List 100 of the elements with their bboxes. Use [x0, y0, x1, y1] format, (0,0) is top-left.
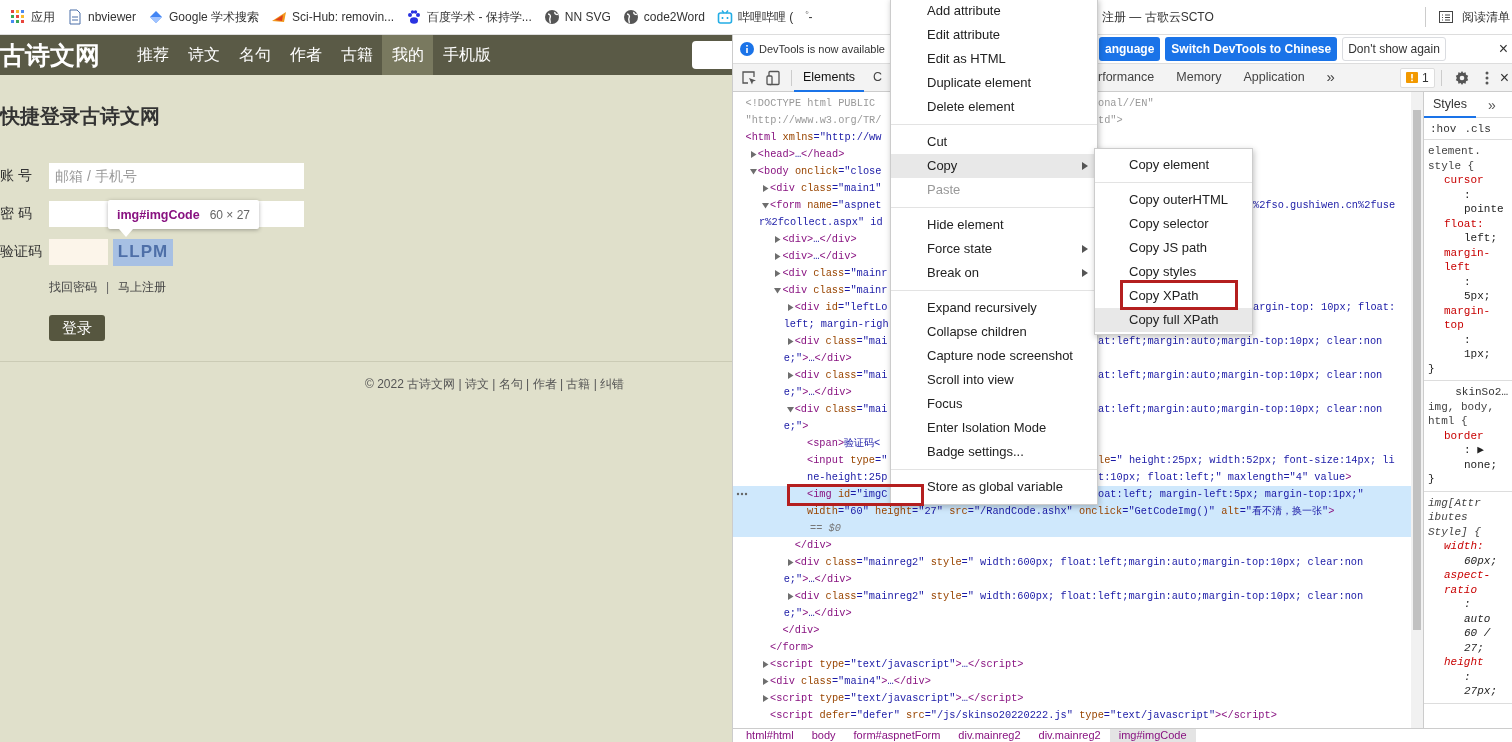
caret-right-icon[interactable] — [749, 151, 757, 158]
code-text: at:left;margin:auto;margin-top:10px; clear:non — [1098, 368, 1383, 383]
menu-item[interactable]: Copy XPath — [1095, 284, 1252, 308]
menu-item[interactable]: Force state — [891, 237, 1097, 261]
site-logo[interactable]: 古诗文网 — [0, 38, 100, 72]
infobar-button[interactable]: Don't show again — [1342, 37, 1446, 61]
input-field[interactable] — [49, 239, 108, 265]
bookmark-link[interactable]: NN SVG — [543, 4, 611, 30]
infobar-button[interactable]: anguage — [1099, 37, 1161, 61]
inspect-icon[interactable] — [741, 69, 757, 86]
menu-item[interactable]: Edit attribute — [891, 23, 1097, 47]
menu-item[interactable]: Copy element — [1095, 153, 1252, 177]
menu-item[interactable]: Copy — [891, 154, 1097, 178]
bookmark-link[interactable]: Google 学术搜索 — [148, 4, 260, 30]
menu-item[interactable]: Copy styles — [1095, 260, 1252, 284]
device-icon[interactable] — [766, 69, 782, 86]
menu-item[interactable]: Scroll into view — [891, 368, 1097, 392]
text-link[interactable]: 马上注册 — [118, 280, 167, 294]
menu-item[interactable]: Collapse children — [891, 320, 1097, 344]
bookmark-link[interactable]: code2Word — [622, 4, 705, 30]
menu-item[interactable]: Focus — [891, 392, 1097, 416]
caret-right-icon[interactable] — [774, 253, 782, 260]
menu-item[interactable]: Duplicate element — [891, 71, 1097, 95]
code-text: <div class="mainreg2" style=" width:600px; float:left;margin:auto;margin-top:10px; clear:non — [794, 589, 1364, 604]
menu-item[interactable]: Copy JS path — [1095, 236, 1252, 260]
nav-link[interactable]: 名句 — [229, 35, 280, 75]
caret-right-icon[interactable] — [786, 559, 794, 566]
breadcrumb[interactable]: form#aspnetForm — [844, 729, 950, 742]
bookmark-link[interactable]: 注册 — 古歌云SCTO — [1102, 4, 1214, 30]
more-tabs-button[interactable]: » — [1488, 96, 1496, 113]
caret-right-icon[interactable] — [762, 678, 770, 685]
menu-item[interactable]: Add attribute — [891, 0, 1097, 23]
menu-item[interactable]: Cut — [891, 130, 1097, 154]
infobar-button[interactable]: Switch DevTools to Chinese — [1165, 37, 1338, 61]
caret-right-icon[interactable] — [762, 661, 770, 668]
menu-item[interactable]: Copy full XPath — [1095, 308, 1252, 332]
scrollbar[interactable] — [1411, 92, 1423, 728]
search-field[interactable] — [692, 41, 732, 69]
menu-item[interactable]: Store as global variable — [891, 475, 1097, 499]
source-link[interactable]: skinSo2… — [1428, 385, 1512, 400]
menu-item[interactable]: Badge settings... — [891, 440, 1097, 464]
menu-item[interactable]: Delete element — [891, 95, 1097, 119]
menu-item[interactable]: Enter Isolation Mode — [891, 416, 1097, 440]
menu-item[interactable]: Copy outerHTML — [1095, 188, 1252, 212]
caret-down-icon[interactable] — [762, 202, 770, 209]
menu-item[interactable]: Break on — [891, 261, 1097, 285]
css-brace: } — [1428, 361, 1436, 376]
caret-down-icon[interactable] — [786, 406, 794, 413]
caret-right-icon[interactable] — [762, 185, 770, 192]
css-property: aspect- — [1443, 568, 1492, 583]
text-link[interactable]: 找回密码 — [49, 280, 97, 294]
css-value: 27px; — [1463, 684, 1498, 699]
bookmark-link[interactable]: 百度学术 - 保持学... — [406, 4, 532, 30]
breadcrumb[interactable]: html#html — [737, 729, 803, 742]
nav-link[interactable]: 古籍 — [331, 35, 382, 75]
panel-tab[interactable]: Memory — [1165, 63, 1233, 92]
caret-right-icon[interactable] — [774, 236, 782, 243]
more-icon[interactable] — [1483, 69, 1490, 86]
bookmark-link[interactable]: 应用 — [10, 4, 55, 30]
nav-link[interactable]: 我的 — [382, 35, 433, 75]
reading-list-button[interactable]: 阅读清单 — [1438, 4, 1510, 30]
panel-tab[interactable]: Elements — [794, 63, 865, 92]
ellipsis-icon[interactable] — [736, 492, 748, 496]
nav-link[interactable]: 诗文 — [178, 35, 229, 75]
menu-item[interactable]: Edit as HTML — [891, 47, 1097, 71]
issues-button[interactable]: 1 — [1399, 67, 1435, 88]
nav-link[interactable]: 作者 — [280, 35, 331, 75]
caret-right-icon[interactable] — [786, 593, 794, 600]
caret-right-icon[interactable] — [762, 695, 770, 702]
caret-down-icon[interactable] — [749, 168, 757, 175]
panel-tab[interactable]: C — [864, 63, 892, 92]
menu-item[interactable]: Hide element — [891, 213, 1097, 237]
caret-right-icon[interactable] — [786, 372, 794, 379]
more-tabs-button[interactable]: » — [1315, 63, 1346, 92]
input-field[interactable]: 邮箱 / 手机号 — [49, 163, 304, 189]
nav-link[interactable]: 推荐 — [127, 35, 178, 75]
caret-down-icon[interactable] — [774, 287, 782, 294]
breadcrumb[interactable]: body — [802, 729, 845, 742]
caret-right-icon[interactable] — [786, 304, 794, 311]
login-button[interactable]: 登录 — [49, 315, 105, 341]
panel-tab[interactable]: Application — [1232, 63, 1316, 92]
panel-tab[interactable]: Styles — [1424, 92, 1477, 118]
close-button[interactable]: × — [1497, 68, 1511, 87]
breadcrumb[interactable]: img#imgCode — [1109, 729, 1196, 742]
breadcrumb[interactable]: div.mainreg2 — [1029, 729, 1110, 742]
menu-item[interactable]: Expand recursively — [891, 296, 1097, 320]
settings-icon[interactable] — [1453, 69, 1470, 86]
filter-toggle[interactable]: :hov — [1430, 122, 1457, 135]
css-value: : — [1463, 187, 1472, 202]
bookmark-link[interactable]: 哔哩哔哩 ( ゜- — [716, 4, 813, 30]
close-button[interactable]: × — [1496, 40, 1510, 58]
bookmark-link[interactable]: Sci-Hub: removin... — [271, 4, 395, 30]
filter-toggle[interactable]: .cls — [1464, 122, 1491, 135]
caret-right-icon[interactable] — [786, 338, 794, 345]
caret-right-icon[interactable] — [774, 270, 782, 277]
menu-item[interactable]: Copy selector — [1095, 212, 1252, 236]
bookmark-link[interactable]: nbviewer — [67, 4, 137, 30]
breadcrumb[interactable]: div.mainreg2 — [949, 729, 1030, 742]
menu-item[interactable]: Capture node screenshot — [891, 344, 1097, 368]
nav-link[interactable]: 手机版 — [433, 35, 500, 75]
